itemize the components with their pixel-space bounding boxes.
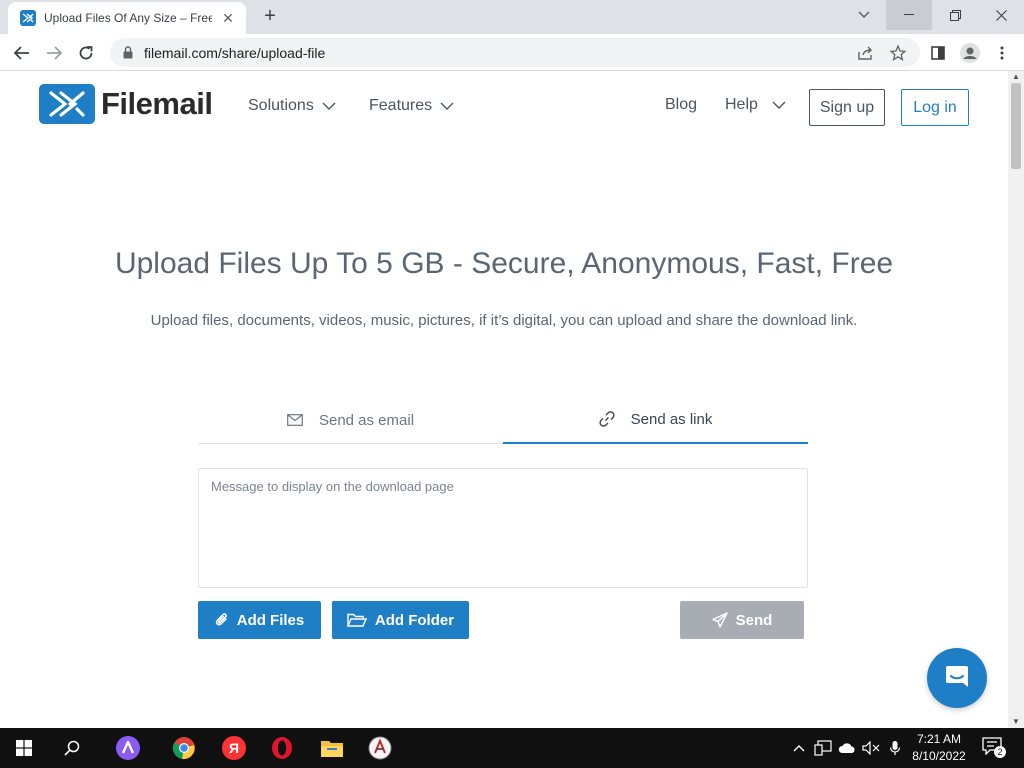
link-icon [599, 411, 615, 427]
minimize-button[interactable] [886, 0, 932, 30]
forward-arrow-icon[interactable] [40, 39, 68, 67]
tab-title: Upload Files Of Any Size – Free U [44, 11, 212, 25]
scroll-thumb[interactable] [1011, 83, 1021, 169]
filemail-logo-icon [39, 84, 95, 124]
brand-name: Filemail [101, 86, 213, 121]
folder-open-icon [346, 613, 367, 627]
svg-text:Я: Я [229, 740, 239, 756]
envelope-icon [287, 414, 303, 426]
browser-tab[interactable]: Upload Files Of Any Size – Free U ✕ [8, 2, 246, 34]
chat-icon [943, 662, 971, 695]
yandex-browser-icon[interactable]: Я [210, 728, 258, 768]
add-folder-button[interactable]: Add Folder [332, 601, 469, 639]
search-icon[interactable] [48, 728, 96, 768]
chevron-down-icon [772, 101, 786, 109]
page-title: Upload Files Up To 5 GB - Secure, Anonym… [114, 247, 894, 280]
add-files-button[interactable]: Add Files [198, 601, 321, 639]
nav-blog-link[interactable]: Blog [665, 96, 697, 114]
nav-features-label: Features [369, 97, 433, 114]
reload-icon[interactable] [72, 39, 100, 67]
network-icon[interactable] [813, 738, 833, 758]
browser-toolbar: filemail.com/share/upload-file [0, 34, 1024, 71]
address-bar[interactable]: filemail.com/share/upload-file [110, 38, 920, 67]
windows-start-icon[interactable] [0, 728, 48, 768]
nav-blog-label: Blog [665, 96, 698, 113]
notification-center-icon[interactable]: 2 [982, 737, 1006, 759]
tab-send-as-link-label: Send as link [630, 410, 713, 428]
log-in-button[interactable]: Log in [901, 89, 969, 126]
send-label: Send [735, 611, 773, 629]
chevron-down-icon [322, 102, 336, 110]
scroll-down-arrow-icon[interactable]: ▼ [1008, 716, 1024, 728]
sign-up-button[interactable]: Sign up [809, 89, 885, 126]
back-arrow-icon[interactable] [8, 39, 36, 67]
add-folder-label: Add Folder [374, 611, 455, 629]
tab-close-icon[interactable]: ✕ [220, 10, 236, 27]
nav-help-dropdown[interactable]: Help [725, 96, 786, 114]
onedrive-cloud-icon[interactable] [837, 738, 857, 758]
nav-features-dropdown[interactable]: Features [369, 97, 454, 115]
clock-time: 7:21 AM [916, 732, 962, 746]
profile-avatar-icon[interactable] [956, 39, 984, 67]
side-panel-icon[interactable] [924, 39, 952, 67]
file-explorer-icon[interactable] [308, 728, 356, 768]
clock-date: 8/10/2022 [912, 749, 966, 763]
download-message-field[interactable] [198, 468, 808, 588]
chevron-down-icon [440, 102, 454, 110]
opera-icon[interactable] [258, 728, 306, 768]
chrome-icon[interactable] [160, 728, 208, 768]
page-subtitle: Upload files, documents, videos, music, … [150, 312, 858, 329]
tab-send-as-email-label: Send as email [318, 411, 415, 429]
alice-assistant-icon[interactable] [104, 728, 152, 768]
add-files-label: Add Files [236, 611, 305, 629]
microphone-icon[interactable] [885, 738, 905, 758]
volume-muted-icon[interactable] [861, 738, 881, 758]
app-icon[interactable] [356, 728, 404, 768]
paper-plane-icon [711, 612, 728, 628]
tab-send-as-link[interactable]: Send as link [503, 396, 808, 444]
nav-solutions-dropdown[interactable]: Solutions [248, 97, 336, 115]
send-button[interactable]: Send [680, 601, 804, 639]
lock-icon[interactable] [122, 46, 134, 60]
tab-send-as-email[interactable]: Send as email [198, 396, 503, 444]
page-scrollbar[interactable]: ▲ ▼ [1008, 71, 1024, 728]
system-clock[interactable]: 7:21 AM 8/10/2022 [904, 731, 974, 765]
new-tab-button[interactable]: + [258, 5, 282, 29]
tab-search-icon[interactable] [852, 6, 876, 28]
url-text[interactable]: filemail.com/share/upload-file [144, 45, 325, 61]
paperclip-icon [215, 612, 229, 628]
close-window-button[interactable] [978, 0, 1024, 30]
nav-help-label: Help [725, 96, 758, 113]
notification-count-badge: 2 [994, 746, 1006, 758]
scroll-up-arrow-icon[interactable]: ▲ [1008, 71, 1024, 83]
bookmark-star-icon[interactable] [885, 38, 911, 67]
send-mode-tabs: Send as email Send as link [198, 396, 808, 444]
restore-button[interactable] [932, 0, 978, 30]
show-hidden-icons-icon[interactable] [789, 738, 809, 758]
browser-menu-icon[interactable] [988, 39, 1016, 67]
browser-tab-bar: Upload Files Of Any Size – Free U ✕ + [0, 0, 1024, 34]
nav-solutions-label: Solutions [248, 97, 314, 114]
filemail-logo[interactable]: Filemail [39, 84, 213, 124]
share-icon[interactable] [853, 38, 879, 67]
windows-taskbar: Я 7:21 AM 8/10/2022 2 [0, 728, 1024, 768]
page-content: Filemail Solutions Features Blog Help Si… [0, 71, 1008, 728]
filemail-favicon-icon [20, 10, 36, 26]
chat-support-button[interactable] [927, 648, 987, 708]
